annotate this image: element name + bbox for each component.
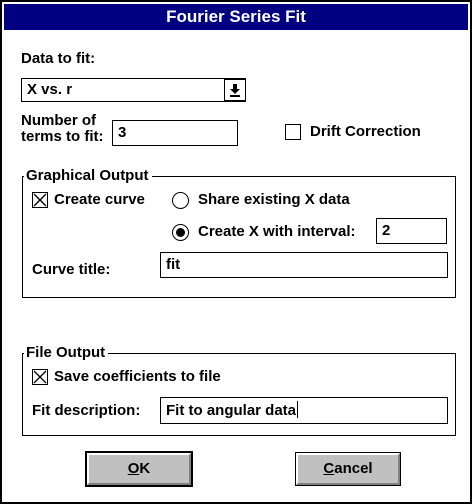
save-coefficients-checkbox[interactable] [32, 369, 48, 385]
save-coefficients-label: Save coefficients to file [54, 368, 221, 385]
check-x-icon [33, 193, 47, 207]
share-existing-x-label: Share existing X data [198, 191, 350, 208]
chevron-down-icon [230, 84, 240, 97]
interval-input[interactable]: 2 [376, 218, 447, 244]
number-of-terms-input[interactable]: 3 [112, 120, 238, 146]
data-to-fit-label: Data to fit: [21, 50, 96, 67]
file-output-label: File Output [24, 344, 109, 362]
curve-title-input[interactable]: fit [160, 252, 448, 278]
ok-mnemonic: O [127, 460, 140, 477]
drift-correction-label: Drift Correction [310, 123, 421, 140]
create-x-interval-label: Create X with interval: [198, 223, 356, 240]
create-x-interval-radio[interactable] [172, 224, 189, 241]
create-curve-checkbox[interactable] [32, 192, 48, 208]
curve-title-label: Curve title: [32, 261, 111, 278]
create-curve-label: Create curve [54, 191, 145, 208]
cancel-label-rest: ancel [334, 460, 373, 477]
data-to-fit-value: X vs. r [27, 81, 73, 98]
fit-description-value: Fit to angular data [166, 402, 297, 419]
ok-button[interactable]: OK [85, 451, 193, 487]
fit-description-label: Fit description: [32, 402, 141, 419]
radio-selected-dot [176, 228, 185, 237]
dialog-title: Fourier Series Fit [4, 4, 468, 30]
share-existing-x-radio[interactable] [172, 192, 189, 209]
check-x-icon [33, 370, 47, 384]
ok-label-rest: K [139, 460, 151, 477]
cancel-mnemonic: C [323, 460, 335, 477]
drift-correction-checkbox[interactable] [285, 124, 301, 140]
fit-description-input[interactable]: Fit to angular data [160, 397, 448, 424]
number-of-terms-label: Number of terms to fit: [21, 113, 104, 145]
number-of-terms-label-line2: terms to fit: [21, 128, 104, 145]
data-to-fit-combo[interactable]: X vs. r [21, 78, 246, 102]
number-of-terms-label-line1: Number of [21, 112, 96, 129]
dropdown-arrow-button[interactable] [224, 79, 246, 101]
text-cursor [297, 401, 299, 418]
cancel-button[interactable]: Cancel [295, 452, 401, 486]
graphical-output-label: Graphical Output [24, 167, 152, 185]
